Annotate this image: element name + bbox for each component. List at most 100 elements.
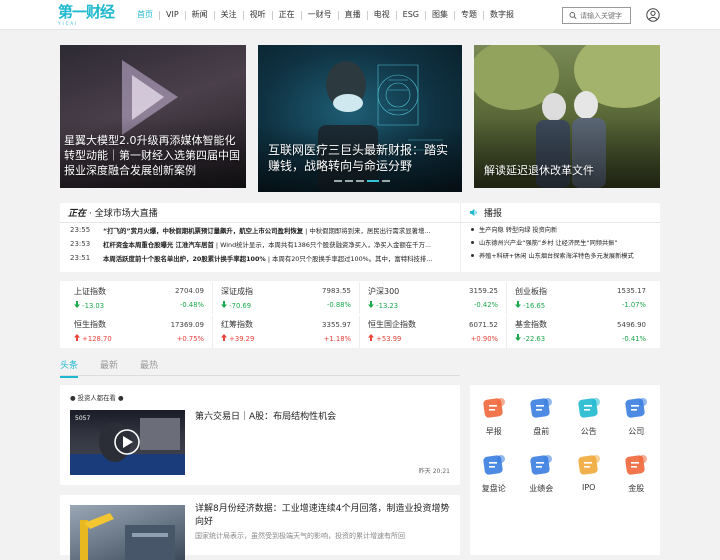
user-icon[interactable] [646, 8, 660, 22]
news-card-2[interactable]: 详解8月份经济数据：工业增速连续4个月回落，制造业投资增势向好 国家统计局表示，… [60, 495, 460, 560]
search-box[interactable] [562, 7, 631, 24]
app-announcement[interactable]: 公告 [565, 395, 613, 452]
index-card[interactable]: 恒生指数 17369.09 +128.70 +0.75% [66, 315, 213, 348]
news-title[interactable]: 详解8月份经济数据：工业增速连续4个月回落，制造业投资增势向好 [195, 503, 453, 529]
menu-item-2[interactable]: 新闻 [186, 0, 214, 30]
index-card[interactable]: 创业板指 1535.17 -16.65 -1.07% [507, 282, 654, 314]
index-percent: -1.07% [621, 301, 646, 309]
menu-item-9[interactable]: ESG [397, 0, 425, 30]
menu-item-0[interactable]: 首页 [131, 0, 159, 30]
bullet-dot [471, 228, 474, 231]
arrow-down-icon [221, 300, 227, 308]
menu-item-1[interactable]: VIP [160, 0, 185, 30]
live-header[interactable]: 正在 · 全球市场大直播 [60, 203, 460, 223]
search-icon[interactable] [569, 11, 577, 20]
live-detail: | Wind统计显示，本周共有1386只个股获融资净买入，净买入金额在千万... [213, 240, 432, 249]
arrow-up-icon [74, 334, 80, 341]
index-card[interactable]: 沪深300 3159.25 -13.23 -0.42% [360, 282, 507, 314]
video-thumbnail-image: 5057 [70, 415, 185, 475]
carousel-slide-3[interactable]: 解读延迟退休改革文件 [474, 45, 660, 188]
menu-item-11[interactable]: 专题 [455, 0, 483, 30]
news-thumbnail[interactable]: 5057 [70, 410, 185, 475]
bullet-dot [471, 254, 474, 257]
app-gold-stock[interactable]: 金股 [613, 452, 661, 509]
index-change-value: -22.63 [523, 335, 546, 343]
index-change: +39.29 [221, 334, 254, 343]
index-change-value: -13.03 [82, 301, 105, 310]
broadcast-item[interactable]: 山东德州兴产业“强筋”乡村 让经济民生“同频共振” [461, 236, 660, 249]
index-value: 1535.17 [617, 287, 646, 295]
top-nav: 第一财经 YICAI 首页 VIP 新闻 关注 视听 正在 一财号 直播 电视 ESG 图集 专题 数字… [0, 0, 720, 30]
app-pre-market[interactable]: 盘前 [518, 395, 566, 452]
news-thumbnail[interactable] [70, 505, 185, 560]
arrow-up-icon [221, 334, 227, 341]
menu-item-10[interactable]: 图集 [426, 0, 454, 30]
live-row[interactable]: 23:55 “打飞的”赏月火爆，中秋假期机票预订量飙升，航空上市公司盈利恢复 | … [60, 223, 460, 237]
search-input[interactable] [580, 11, 630, 20]
menu-item-6[interactable]: 一财号 [302, 0, 338, 30]
index-card[interactable]: 上证指数 2704.09 -13.03 -0.48% [66, 282, 213, 314]
pre-market-icon [528, 395, 554, 421]
broadcast-text: 生产向稳 转型向绿 投资向新 [479, 227, 558, 234]
live-row[interactable]: 23:51 本周活跃度前十个股名单出炉，20股累计换手率超100% | 本周有20… [60, 251, 460, 265]
news-title[interactable]: 第六交易日｜A股：布局结构性机会 [195, 409, 336, 422]
index-card[interactable]: 基金指数 5496.90 -22.63 -0.41% [507, 316, 654, 348]
broadcast-header: 播报 [461, 203, 660, 223]
menu-item-5[interactable]: 正在 [273, 0, 301, 30]
index-percent: -0.48% [179, 301, 204, 309]
market-indices: 上证指数 2704.09 -13.03 -0.48% 深证成指 7983.55 -70.… [60, 281, 660, 348]
carousel-dot[interactable] [356, 180, 364, 182]
live-text[interactable]: 杠杆资金本周重仓股曝光 江淮汽车居首 | Wind统计显示，本周共有1386只个… [103, 240, 460, 249]
thumb-text: 5057 [75, 415, 90, 422]
live-text[interactable]: “打飞的”赏月火爆，中秋假期机票预订量飙升，航空上市公司盈利恢复 | 中秋假期即… [103, 226, 460, 235]
index-change: +53.99 [368, 334, 401, 343]
menu-item-12[interactable]: 数字报 [484, 0, 520, 30]
yicai-logo[interactable]: 第一财经 YICAI [58, 3, 115, 27]
live-row[interactable]: 23:53 杠杆资金本周重仓股曝光 江淮汽车居首 | Wind统计显示，本周共有1… [60, 237, 460, 251]
index-value: 17369.09 [170, 320, 204, 329]
menu-item-8[interactable]: 电视 [368, 0, 396, 30]
index-card[interactable]: 深证成指 7983.55 -70.69 -0.88% [213, 282, 360, 314]
index-change: -22.63 [515, 334, 545, 343]
app-morning-news[interactable]: 早报 [470, 395, 518, 452]
app-label: 业绩会 [529, 484, 554, 493]
slide-caption: 互联网医疗三巨头最新财报：踏实赚钱，战略转向与命运分野 [268, 143, 449, 173]
broadcast-item[interactable]: 养殖+科研+休闲 山东烟台探索海洋特色多元发展新模式 [461, 249, 660, 262]
menu-item-4[interactable]: 视听 [244, 0, 272, 30]
index-name: 上证指数 [74, 286, 106, 296]
index-name: 恒生指数 [74, 320, 106, 329]
carousel-dot[interactable] [367, 180, 379, 182]
broadcast-item[interactable]: 生产向稳 转型向绿 投资向新 [461, 223, 660, 236]
app-review[interactable]: 复盘论 [470, 452, 518, 509]
index-card[interactable]: 恒生国企指数 6071.52 +53.99 +0.90% [360, 315, 507, 348]
index-name: 沪深300 [368, 286, 400, 296]
carousel-dot[interactable] [382, 180, 390, 182]
carousel-dot[interactable] [334, 180, 342, 182]
carousel-slide-2[interactable]: 互联网医疗三巨头最新财报：踏实赚钱，战略转向与命运分野 [258, 45, 462, 192]
index-change: -70.69 [221, 300, 251, 310]
logo-text: 第一财经 [58, 3, 115, 21]
index-value: 6071.52 [469, 320, 498, 329]
live-text[interactable]: 本周活跃度前十个股名单出炉，20股累计换手率超100% | 本周有20只个股换手… [103, 254, 460, 263]
index-change-value: +39.29 [229, 335, 255, 343]
index-percent: -0.42% [473, 301, 498, 309]
app-earnings-call[interactable]: 业绩会 [518, 452, 566, 509]
news-card-1[interactable]: ● 投资人都在看 ● 5057 第六交易日｜A股：布局结构性机会 昨天 20:2… [60, 385, 460, 485]
index-change: -13.03 [74, 300, 105, 310]
review-icon [481, 452, 507, 478]
menu-item-7[interactable]: 直播 [339, 0, 367, 30]
index-percent: +0.75% [176, 334, 204, 343]
section-label: ● 投资人都在看 ● [70, 394, 124, 402]
live-logo: 正在 [68, 209, 87, 219]
app-company[interactable]: 公司 [613, 395, 661, 452]
app-ipo[interactable]: IPO [565, 452, 613, 509]
carousel-slide-1[interactable]: 星翼大模型2.0升级再添媒体智能化转型动能｜第一财经入选第四届中国报业深度融合发… [60, 45, 246, 188]
carousel-dot[interactable] [345, 180, 353, 182]
slide-caption: 解读延迟退休改革文件 [484, 164, 594, 177]
index-card[interactable]: 红筹指数 3355.97 +39.29 +1.18% [213, 315, 360, 348]
index-value: 7983.55 [322, 287, 351, 295]
live-title: · 全球市场大直播 [89, 209, 158, 219]
index-percent: -0.41% [621, 334, 646, 343]
menu-item-3[interactable]: 关注 [215, 0, 243, 30]
live-headline: 杠杆资金本周重仓股曝光 江淮汽车居首 [103, 240, 214, 249]
